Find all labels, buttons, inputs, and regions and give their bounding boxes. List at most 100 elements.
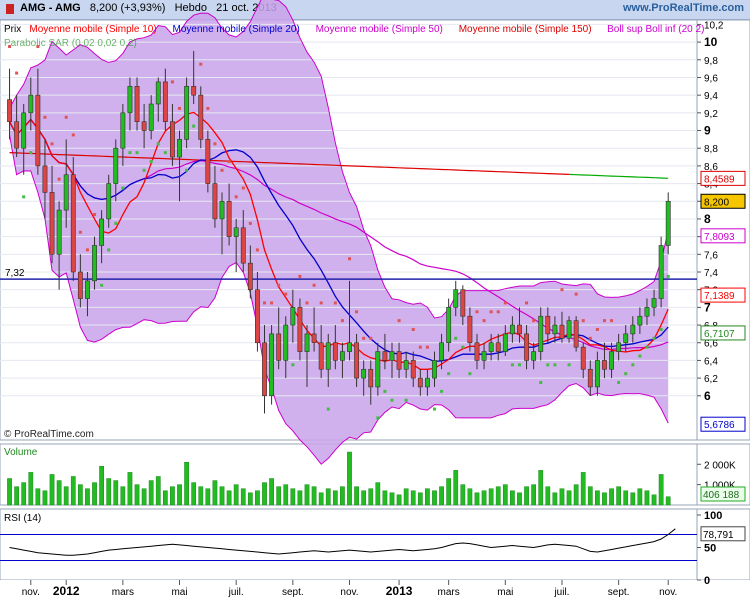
candle-body[interactable] bbox=[432, 360, 437, 379]
candle-body[interactable] bbox=[609, 351, 614, 370]
volume-bar bbox=[141, 488, 147, 506]
candle-body[interactable] bbox=[155, 81, 161, 105]
candle-body[interactable] bbox=[396, 351, 402, 370]
candle-body[interactable] bbox=[262, 342, 267, 397]
sar-dot bbox=[29, 151, 33, 155]
candle-body[interactable] bbox=[566, 320, 572, 339]
candle-body[interactable] bbox=[297, 307, 303, 352]
candle-body[interactable] bbox=[92, 245, 97, 282]
candle-body[interactable] bbox=[304, 333, 310, 352]
candle-body[interactable] bbox=[389, 351, 395, 361]
candle-body[interactable] bbox=[354, 342, 360, 379]
candle-body[interactable] bbox=[184, 86, 190, 140]
candle-body[interactable] bbox=[375, 351, 381, 388]
sar-dot bbox=[298, 274, 302, 278]
candle-body[interactable] bbox=[630, 324, 636, 335]
candle-body[interactable] bbox=[467, 315, 473, 344]
candle-body[interactable] bbox=[382, 351, 388, 361]
sar-dot bbox=[64, 115, 68, 119]
x-tick-label: mai bbox=[497, 587, 513, 598]
candle-body[interactable] bbox=[517, 324, 522, 335]
candle-body[interactable] bbox=[658, 245, 664, 299]
candle-body[interactable] bbox=[509, 324, 515, 335]
candle-body[interactable] bbox=[247, 262, 253, 290]
candle-body[interactable] bbox=[439, 342, 444, 361]
candle-body[interactable] bbox=[77, 271, 83, 299]
candle-body[interactable] bbox=[538, 315, 544, 352]
candle-body[interactable] bbox=[170, 121, 175, 158]
candle-body[interactable] bbox=[424, 377, 430, 388]
candle-body[interactable] bbox=[162, 81, 168, 122]
candle-body[interactable] bbox=[290, 307, 296, 326]
candle-body[interactable] bbox=[474, 342, 480, 361]
candle-body[interactable] bbox=[453, 289, 459, 308]
candle-body[interactable] bbox=[42, 165, 48, 193]
candle-body[interactable] bbox=[255, 289, 260, 344]
candle-body[interactable] bbox=[177, 139, 182, 158]
candle-body[interactable] bbox=[226, 200, 232, 237]
candle-body[interactable] bbox=[587, 368, 593, 388]
candle-body[interactable] bbox=[417, 377, 423, 388]
candle-body[interactable] bbox=[332, 342, 338, 361]
candle-body[interactable] bbox=[7, 99, 12, 122]
candle-body[interactable] bbox=[361, 368, 367, 379]
candle-body[interactable] bbox=[85, 280, 90, 299]
candle-body[interactable] bbox=[191, 86, 197, 96]
candle-body[interactable] bbox=[49, 192, 55, 255]
candle-body[interactable] bbox=[446, 307, 452, 344]
candle-body[interactable] bbox=[481, 351, 487, 361]
candle-body[interactable] bbox=[623, 333, 629, 344]
candle-body[interactable] bbox=[28, 94, 34, 114]
candle-body[interactable] bbox=[410, 360, 416, 379]
candle-body[interactable] bbox=[14, 121, 20, 149]
candle-body[interactable] bbox=[35, 94, 41, 167]
candle-body[interactable] bbox=[70, 174, 76, 273]
candle-body[interactable] bbox=[141, 121, 147, 131]
candle-body[interactable] bbox=[651, 298, 657, 308]
candle-body[interactable] bbox=[403, 360, 409, 370]
candle-body[interactable] bbox=[233, 227, 239, 237]
candle-body[interactable] bbox=[276, 333, 282, 361]
candle-body[interactable] bbox=[127, 86, 133, 114]
candle-body[interactable] bbox=[120, 112, 126, 149]
candle-body[interactable] bbox=[460, 289, 466, 317]
candle-body[interactable] bbox=[368, 368, 374, 388]
candle-body[interactable] bbox=[347, 342, 352, 352]
candle-body[interactable] bbox=[531, 351, 537, 361]
candle-body[interactable] bbox=[602, 360, 607, 370]
candle-body[interactable] bbox=[212, 183, 218, 220]
candle-body[interactable] bbox=[580, 346, 586, 370]
candle-body[interactable] bbox=[21, 112, 27, 149]
candle-body[interactable] bbox=[495, 342, 501, 352]
candle-body[interactable] bbox=[594, 360, 600, 388]
candle-body[interactable] bbox=[325, 342, 331, 370]
candle-body[interactable] bbox=[616, 342, 622, 352]
candle-body[interactable] bbox=[205, 139, 211, 184]
candle-body[interactable] bbox=[198, 94, 204, 140]
candle-body[interactable] bbox=[559, 324, 565, 339]
candle-body[interactable] bbox=[283, 324, 289, 361]
candle-body[interactable] bbox=[524, 333, 529, 361]
volume-bar bbox=[311, 486, 317, 506]
candle-body[interactable] bbox=[134, 86, 140, 122]
candle-body[interactable] bbox=[545, 315, 551, 335]
candle-body[interactable] bbox=[99, 218, 105, 246]
candle-body[interactable] bbox=[552, 324, 558, 335]
candle-body[interactable] bbox=[665, 200, 671, 246]
candle-body[interactable] bbox=[318, 342, 324, 370]
candle-body[interactable] bbox=[219, 200, 225, 220]
candle-body[interactable] bbox=[502, 333, 508, 352]
candle-body[interactable] bbox=[644, 307, 650, 317]
candle-body[interactable] bbox=[269, 333, 275, 397]
candle-body[interactable] bbox=[63, 174, 69, 211]
candle-body[interactable] bbox=[339, 351, 345, 361]
candle-body[interactable] bbox=[637, 315, 643, 326]
candle-body[interactable] bbox=[311, 333, 317, 344]
candle-body[interactable] bbox=[113, 147, 119, 184]
candle-body[interactable] bbox=[488, 342, 494, 352]
candle-body[interactable] bbox=[106, 183, 112, 220]
candle-body[interactable] bbox=[148, 103, 154, 131]
candle-body[interactable] bbox=[573, 320, 579, 348]
candle-body[interactable] bbox=[240, 227, 246, 264]
candle-body[interactable] bbox=[56, 209, 62, 255]
